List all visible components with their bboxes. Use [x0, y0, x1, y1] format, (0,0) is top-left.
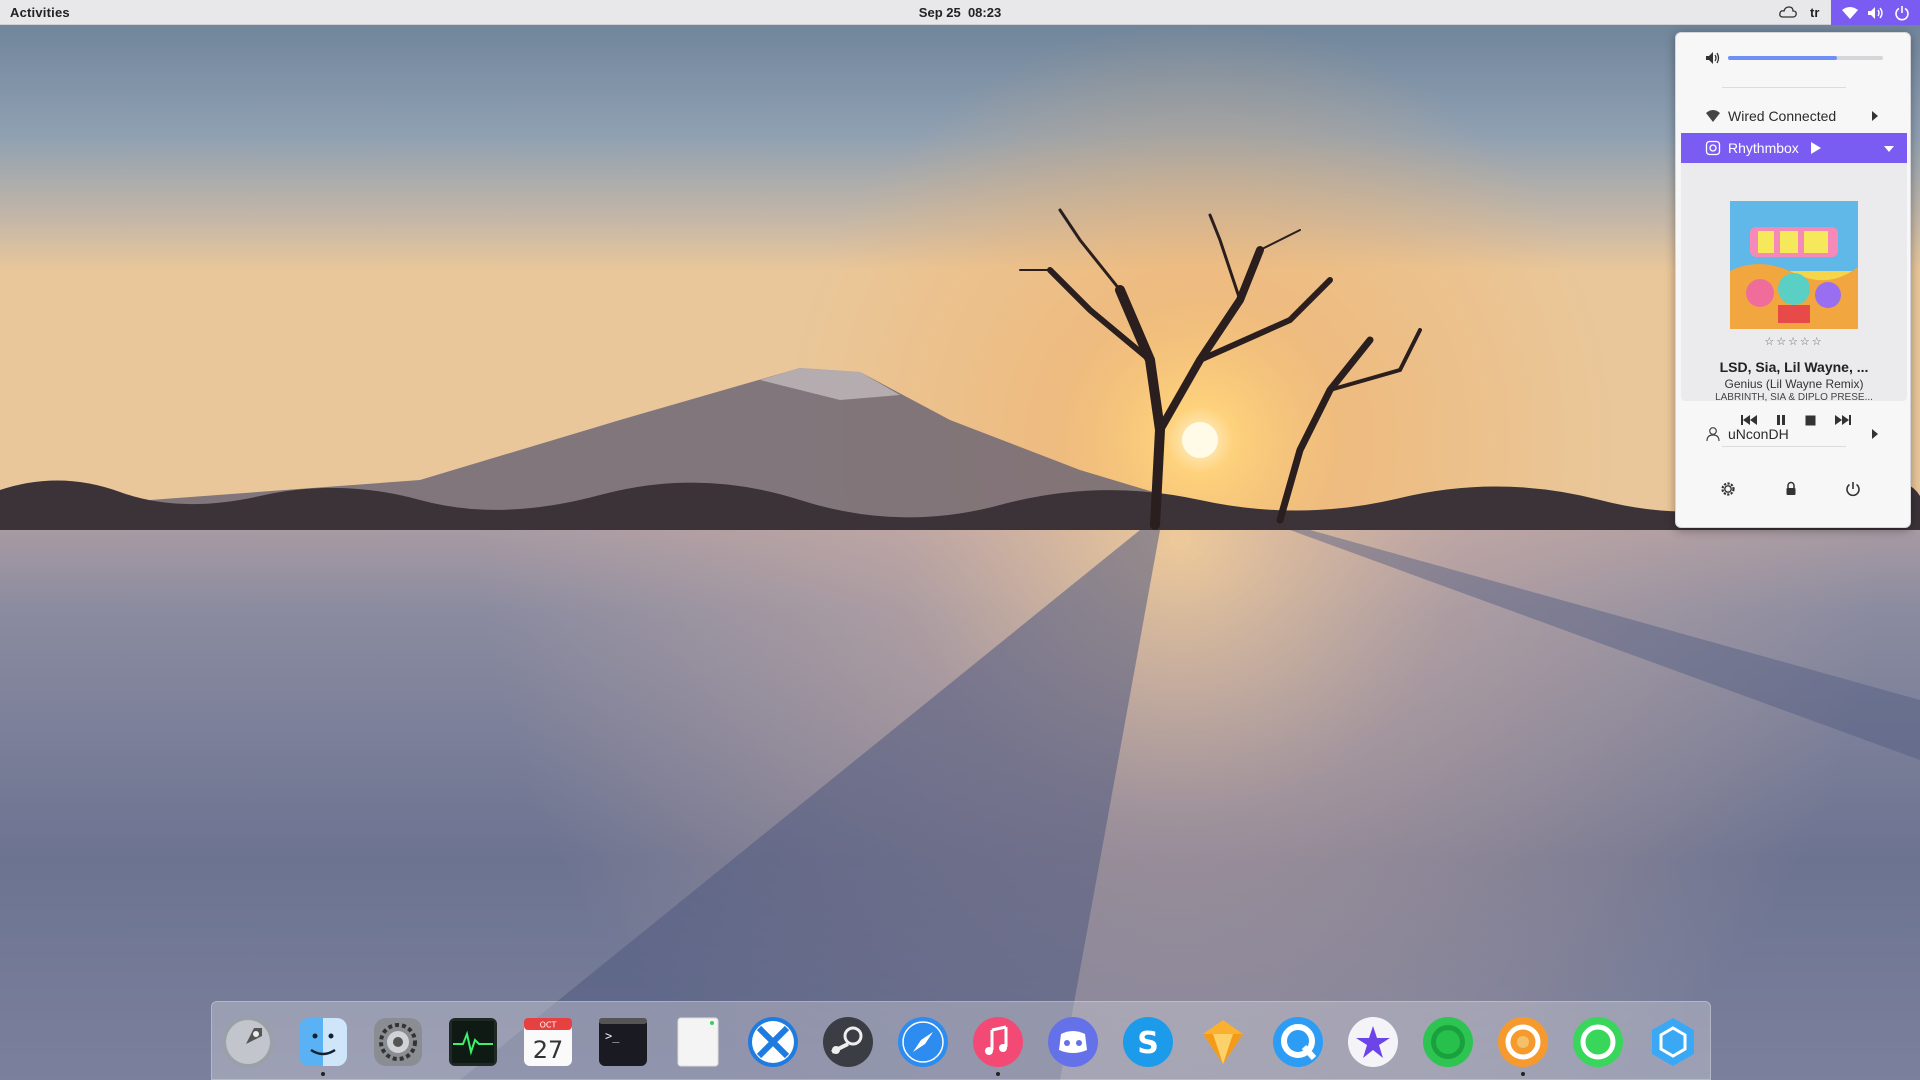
separator: [1722, 446, 1846, 447]
running-indicator: [1521, 1072, 1525, 1076]
system-tray-button[interactable]: [1831, 0, 1920, 25]
media-player-header[interactable]: Rhythmbox: [1681, 133, 1907, 163]
speaker-icon: [1867, 6, 1885, 20]
music-icon[interactable]: [970, 1014, 1026, 1070]
skype-icon[interactable]: S: [1120, 1014, 1176, 1070]
volume-slider[interactable]: [1728, 56, 1883, 60]
rhythmbox-icon: [1705, 140, 1721, 159]
svg-text:>_: >_: [605, 1029, 620, 1043]
wifi-icon: [1841, 6, 1859, 20]
clock-time: 08:23: [967, 5, 1002, 20]
playing-indicator-icon: [1811, 142, 1821, 154]
chevron-right-icon: [1872, 429, 1878, 439]
svg-text:OCT: OCT: [540, 1021, 557, 1030]
wired-network-icon: [1705, 108, 1721, 124]
separator: [1722, 87, 1846, 88]
top-bar: Activities Sep 25 08:23 tr: [0, 0, 1920, 25]
system-menu: Wired Connected Rhythmbox ☆☆☆☆☆ LSD, Sia…: [1675, 32, 1911, 528]
terminal-icon[interactable]: >_: [595, 1014, 651, 1070]
user-row[interactable]: uNconDH: [1676, 419, 1910, 449]
power-off-icon[interactable]: [1844, 480, 1864, 500]
chevron-down-icon[interactable]: [1884, 146, 1894, 152]
user-name: uNconDH: [1728, 426, 1789, 442]
dock: OCT 27 >_ S: [211, 1001, 1711, 1080]
safari-icon[interactable]: [895, 1014, 951, 1070]
finder-icon[interactable]: [295, 1014, 351, 1070]
settings-gear-icon[interactable]: [1719, 480, 1739, 500]
x-app-icon[interactable]: [745, 1014, 801, 1070]
clock-date: Sep 25: [918, 5, 961, 20]
hexagon-app-icon[interactable]: [1645, 1014, 1701, 1070]
sketch-icon[interactable]: [1195, 1014, 1251, 1070]
desktop-wallpaper: [0, 0, 1920, 1080]
discord-icon[interactable]: [1045, 1014, 1101, 1070]
orange-ring-icon[interactable]: [1495, 1014, 1551, 1070]
system-preferences-icon[interactable]: [370, 1014, 426, 1070]
volume-icon: [1705, 50, 1721, 66]
text-editor-icon[interactable]: [670, 1014, 726, 1070]
network-label: Wired Connected: [1728, 108, 1837, 124]
power-icon: [1894, 5, 1910, 21]
green-ring-icon[interactable]: [1570, 1014, 1626, 1070]
clock: Sep 25 08:23: [0, 5, 1920, 20]
calendar-icon[interactable]: OCT 27: [520, 1014, 576, 1070]
activity-monitor-icon[interactable]: [445, 1014, 501, 1070]
volume-slider-fill: [1728, 56, 1837, 60]
running-indicator: [321, 1072, 325, 1076]
album-art: [1730, 201, 1858, 329]
star-app-icon[interactable]: [1345, 1014, 1401, 1070]
svg-text:S: S: [1137, 1026, 1159, 1061]
quicktime-icon[interactable]: [1270, 1014, 1326, 1070]
steam-icon[interactable]: [820, 1014, 876, 1070]
system-menu-footer: [1676, 480, 1910, 510]
track-rating[interactable]: ☆☆☆☆☆: [1681, 335, 1907, 348]
user-icon: [1705, 426, 1721, 442]
green-chat-icon[interactable]: [1420, 1014, 1476, 1070]
activities-button[interactable]: Activities: [10, 5, 70, 20]
volume-row: [1676, 43, 1910, 73]
lock-icon[interactable]: [1782, 480, 1802, 500]
chevron-right-icon: [1872, 111, 1878, 121]
launchpad-icon[interactable]: [220, 1014, 276, 1070]
keyboard-layout-indicator[interactable]: tr: [1810, 5, 1819, 20]
svg-text:27: 27: [533, 1036, 564, 1064]
media-player-name: Rhythmbox: [1728, 140, 1799, 156]
network-row[interactable]: Wired Connected: [1676, 101, 1910, 131]
media-player-panel: ☆☆☆☆☆ LSD, Sia, Lil Wayne, ... Genius (L…: [1681, 163, 1907, 426]
clock-button[interactable]: Sep 25 08:23: [919, 5, 1001, 20]
cloud-icon[interactable]: [1778, 3, 1798, 21]
running-indicator: [996, 1072, 1000, 1076]
track-album: LABRINTH, SIA & DIPLO PRESE...: [1715, 392, 1873, 403]
track-title: Genius (Lil Wayne Remix): [1724, 377, 1864, 391]
track-artist: LSD, Sia, Lil Wayne, ...: [1719, 359, 1869, 375]
